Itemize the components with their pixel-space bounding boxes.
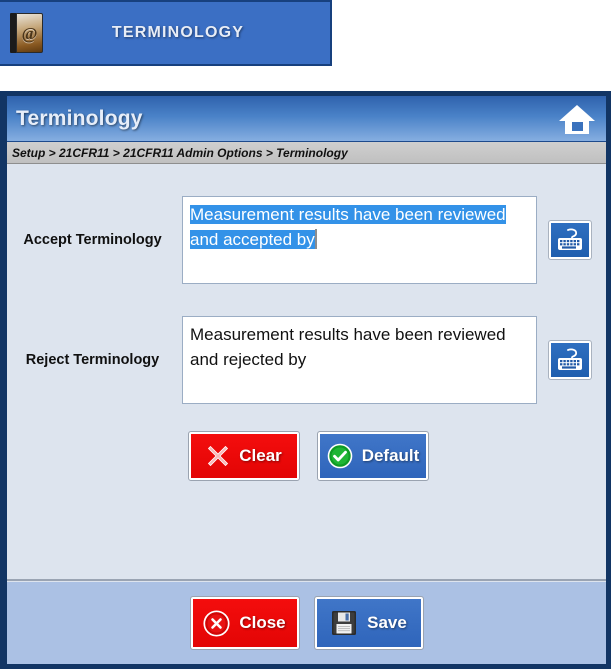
footer-bar: Close Save: [7, 581, 606, 664]
accept-terminology-label: Accept Terminology: [23, 232, 162, 248]
reject-terminology-value: Measurement results have been reviewed a…: [190, 325, 506, 369]
page-title: Terminology: [16, 106, 143, 130]
mid-button-group: Clear Default: [188, 431, 429, 481]
accept-keyboard-button[interactable]: [548, 220, 592, 260]
close-button[interactable]: Close: [189, 596, 300, 650]
breadcrumb: Setup > 21CFR11 > 21CFR11 Admin Options …: [7, 142, 606, 164]
reject-keyboard-button[interactable]: [548, 340, 592, 380]
clear-button[interactable]: Clear: [188, 431, 300, 481]
terminology-banner-tab[interactable]: @ TERMINOLOGY: [0, 0, 332, 66]
window-title-bar: Terminology: [7, 96, 606, 142]
reject-terminology-row: Reject Terminology Measurement results h…: [7, 316, 606, 404]
home-icon[interactable]: [556, 100, 598, 138]
accept-terminology-value: Measurement results have been reviewed a…: [190, 205, 506, 249]
default-button-label: Default: [361, 446, 420, 465]
terminology-window: Terminology Setup > 21CFR11 > 21CFR11 Ad…: [0, 91, 611, 669]
floppy-disk-icon: [332, 611, 357, 635]
reject-terminology-input[interactable]: Measurement results have been reviewed a…: [182, 316, 537, 404]
default-button[interactable]: Default: [317, 431, 429, 481]
reject-terminology-label: Reject Terminology: [25, 352, 160, 368]
address-book-at-icon: @: [10, 13, 44, 53]
save-button[interactable]: Save: [313, 596, 424, 650]
check-circle-icon: [327, 443, 352, 469]
clear-button-label: Clear: [239, 446, 282, 465]
cross-x-icon: [208, 445, 229, 467]
close-circle-icon: [203, 609, 230, 637]
banner-title: TERMINOLOGY: [111, 24, 245, 41]
content-area: Accept Terminology Measurement results h…: [7, 164, 606, 581]
accept-terminology-row: Accept Terminology Measurement results h…: [7, 196, 606, 284]
save-button-label: Save: [367, 613, 407, 632]
accept-terminology-input[interactable]: Measurement results have been reviewed a…: [182, 196, 537, 284]
text-caret: [314, 229, 317, 249]
close-button-label: Close: [239, 613, 286, 632]
